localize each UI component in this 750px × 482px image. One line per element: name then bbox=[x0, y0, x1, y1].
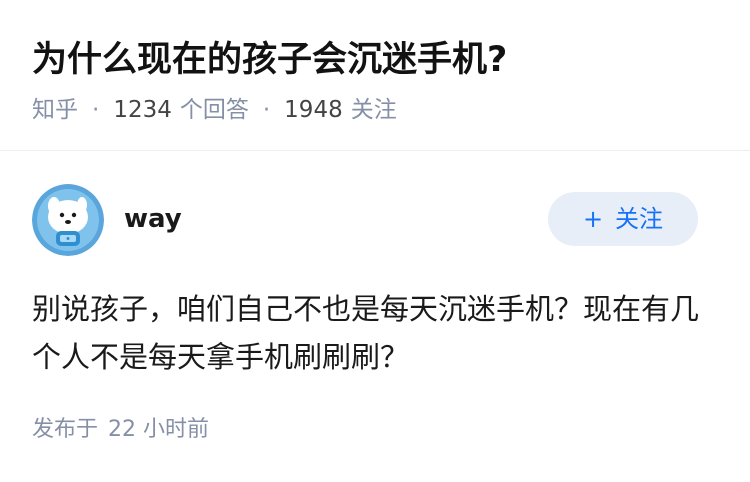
answer-card: way + 关注 别说孩子，咱们自己不也是每天沉迷手机？现在有几个人不是每天拿手机… bbox=[0, 151, 750, 482]
answer-content[interactable]: 别说孩子，咱们自己不也是每天沉迷手机？现在有几个人不是每天拿手机刷刷刷？ bbox=[32, 285, 712, 381]
answer-count: 1234 bbox=[113, 97, 172, 123]
publish-time: 发布于 22 小时前 bbox=[32, 415, 209, 445]
meta-separator-1: · bbox=[92, 97, 100, 123]
question-meta: 知乎 · 1234 个回答 · 1948 关注 bbox=[32, 94, 397, 126]
author-name[interactable]: way bbox=[124, 201, 182, 237]
follow-button-label: 关注 bbox=[615, 205, 664, 233]
plus-icon: + bbox=[582, 205, 604, 233]
publish-time-value: 22 小时前 bbox=[108, 417, 210, 442]
publish-prefix: 发布于 bbox=[32, 417, 99, 442]
follow-count-unit: 关注 bbox=[350, 97, 397, 123]
meta-separator-2: · bbox=[262, 97, 271, 123]
source-label[interactable]: 知乎 bbox=[32, 97, 78, 123]
follow-button[interactable]: + 关注 bbox=[548, 192, 698, 246]
avatar[interactable] bbox=[32, 184, 104, 256]
question-header: 为什么现在的孩子会沉迷手机? 知乎 · 1234 个回答 · 1948 关注 bbox=[0, 0, 750, 151]
follow-count: 1948 bbox=[284, 97, 343, 123]
cartoon-dog-avatar-icon bbox=[32, 184, 104, 256]
answer-count-unit: 个回答 bbox=[179, 97, 249, 123]
question-title[interactable]: 为什么现在的孩子会沉迷手机? bbox=[32, 36, 507, 84]
